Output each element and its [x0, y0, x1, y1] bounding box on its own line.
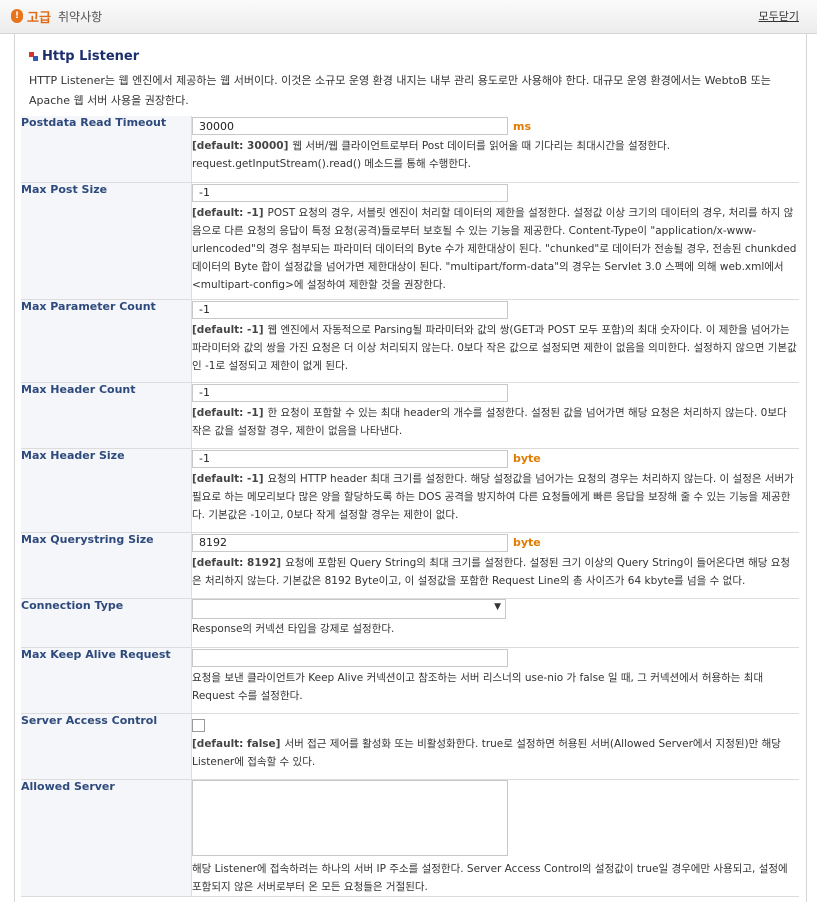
prop-row: Connection Type ▼ Response의 커넥션 타입을 강제로 …	[21, 598, 799, 648]
field-description: [default: -1] 한 요청이 포함할 수 있는 최대 header의 개…	[192, 404, 799, 440]
connection-type-label: Connection Type	[21, 598, 192, 648]
max-querystring-size-input[interactable]	[192, 533, 508, 552]
max-keep-alive-request-input[interactable]	[192, 648, 508, 667]
field-description: [default: false] 서버 접근 제어를 활성화 또는 비활성화한다.…	[192, 735, 799, 771]
max-querystring-size-label: Max Querystring Size	[21, 532, 192, 599]
field-description: [default: 30000] 웹 서버/웹 클라이언트로부터 Post 데이터…	[192, 137, 799, 173]
field-description: [default: -1] 웹 엔진에서 자동적으로 Parsing될 파라미터와…	[192, 321, 799, 375]
close-all-link[interactable]: 모두닫기	[759, 8, 799, 24]
advanced-title: 고급	[27, 11, 51, 26]
max-header-count-label: Max Header Count	[21, 382, 192, 449]
max-header-count-input[interactable]	[192, 383, 508, 402]
description-text: 요청의 HTTP header 최대 크기를 설정한다. 해당 설정값을 넘어가…	[192, 472, 794, 521]
default-value: [default: -1]	[192, 323, 264, 336]
keep-alive-description: 요청을 보낸 클라이언트가 Keep Alive 커넥션이고 참조하는 서버 리…	[192, 671, 764, 702]
max-parameter-count-input[interactable]	[192, 300, 508, 319]
max-post-size-label: Max Post Size	[21, 182, 192, 300]
description-text: 한 요청이 포함할 수 있는 최대 header의 개수를 설정한다. 설정된 …	[192, 406, 787, 437]
prop-row: Max Post Size [default: -1]POST 요청의 경우, …	[21, 182, 799, 300]
prop-row: Max Header Size byte [default: -1]요청의 HT…	[21, 448, 799, 533]
default-value: [default: false]	[192, 737, 281, 750]
unit-label: ms	[513, 119, 532, 133]
max-post-size-input[interactable]	[192, 183, 508, 202]
allowed-server-textarea[interactable]	[192, 779, 508, 856]
max-parameter-count-label: Max Parameter Count	[21, 299, 192, 383]
default-value: [default: 8192]	[192, 556, 282, 569]
prop-row: Max Keep Alive Request 요청을 보낸 클라이언트가 Kee…	[21, 647, 799, 714]
connection-type-description: Response의 커넥션 타입을 강제로 설정한다.	[192, 622, 395, 635]
description-text: 요청에 포함된 Query String의 최대 크기를 설정한다. 설정된 크…	[192, 556, 791, 587]
max-keep-alive-request-label: Max Keep Alive Request	[21, 647, 192, 714]
connection-type-select[interactable]: ▼	[192, 598, 506, 619]
prop-row: Max Parameter Count [default: -1]웹 엔진에서 …	[21, 299, 799, 383]
section-icon	[29, 52, 38, 61]
prop-row: Postdata Read Timeout ms [default: 30000…	[21, 116, 799, 183]
max-header-size-label: Max Header Size	[21, 448, 192, 533]
advanced-subtitle: 취약사항	[58, 10, 103, 24]
max-header-size-input[interactable]	[192, 449, 508, 468]
unit-label: byte	[513, 536, 541, 549]
prop-row: Max Querystring Size byte [default: 8192…	[21, 532, 799, 599]
allowed-server-label: Allowed Server	[21, 779, 192, 897]
default-value: [default: 30000]	[192, 140, 289, 152]
postdata-read-timeout-input[interactable]	[192, 117, 508, 135]
field-description: [default: 8192] 요청에 포함된 Query String의 최대 …	[192, 554, 799, 590]
prop-row: Max Header Count [default: -1]한 요청이 포함할 …	[21, 382, 799, 449]
default-value: [default: -1]	[192, 472, 264, 485]
warning-icon: !	[11, 9, 23, 23]
unit-label: byte	[513, 452, 541, 465]
prop-row: Server Access Control [default: false] 서버…	[21, 713, 799, 780]
default-value: [default: -1]	[192, 406, 264, 419]
server-access-control-label: Server Access Control	[21, 713, 192, 780]
allowed-server-description: 해당 Listener에 접속하려는 하나의 서버 IP 주소를 설정한다. S…	[192, 862, 788, 893]
field-description: [default: -1] 요청의 HTTP header 최대 크기를 설정한다…	[192, 470, 799, 524]
advanced-header: ! 고급 취약사항 모두닫기	[0, 0, 817, 34]
field-description: [default: -1] POST 요청의 경우, 서블릿 엔진이 처리할 데이…	[192, 204, 799, 294]
properties-table: Postdata Read Timeout ms [default: 30000…	[21, 116, 799, 897]
description-text: 서버 접근 제어를 활성화 또는 비활성화한다. true로 설정하면 허용된 …	[192, 737, 781, 768]
default-value: [default: -1]	[192, 206, 264, 219]
prop-row: Allowed Server 해당 Listener에 접속하려는 하나의 서버…	[21, 779, 799, 897]
postdata-read-timeout-label: Postdata Read Timeout	[21, 116, 192, 183]
section-description: HTTP Listener는 웹 엔진에서 제공하는 웹 서버이다. 이것은 소…	[29, 74, 771, 107]
server-access-control-checkbox[interactable]	[192, 719, 205, 732]
description-text: 웹 엔진에서 자동적으로 Parsing될 파라미터와 값의 쌍(GET과 PO…	[192, 323, 797, 372]
section-title: Http Listener	[42, 49, 140, 64]
chevron-down-icon: ▼	[494, 601, 501, 612]
description-text: POST 요청의 경우, 서블릿 엔진이 처리할 데이터의 제한을 설정한다. …	[192, 206, 797, 291]
